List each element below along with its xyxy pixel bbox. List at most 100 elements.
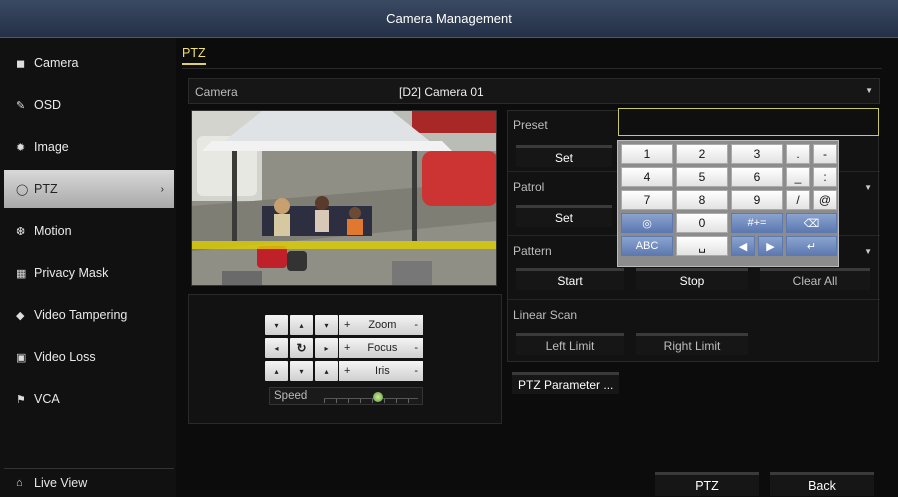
camera-select[interactable]: Camera [D2] Camera 01 ▼ <box>188 78 880 104</box>
key-underscore[interactable]: _ <box>786 167 810 187</box>
key-7[interactable]: 7 <box>621 190 673 210</box>
left-limit-button[interactable]: Left Limit <box>516 333 624 355</box>
focus-label: Focus <box>367 342 398 354</box>
privacy-mask-icon: ▦ <box>16 267 27 280</box>
chevron-right-icon: › <box>160 183 164 195</box>
ptz-parameter-label: PTZ Parameter ... <box>518 377 614 392</box>
ptz-button-label: PTZ <box>695 478 719 493</box>
cursor-left-icon[interactable]: ◀ <box>731 236 755 256</box>
pan-down-left-button[interactable]: ▴ <box>265 361 288 381</box>
pan-right-button[interactable]: ▸ <box>315 338 338 358</box>
sidebar-item-video-loss[interactable]: ▣ Video Loss <box>4 338 174 376</box>
pan-left-button[interactable]: ◂ <box>265 338 288 358</box>
home-icon: ⌂ <box>16 477 23 489</box>
sidebar-item-label: PTZ <box>34 182 58 196</box>
sidebar-item-video-tampering[interactable]: ◆ Video Tampering <box>4 296 174 334</box>
key-slash[interactable]: / <box>786 190 810 210</box>
window-title: Camera Management <box>386 11 512 26</box>
iris-control: + Iris - <box>339 361 423 381</box>
preset-input[interactable] <box>618 108 879 136</box>
back-button-label: Back <box>808 478 836 493</box>
tilt-up-button[interactable]: ▴ <box>290 315 313 335</box>
key-6[interactable]: 6 <box>731 167 783 187</box>
sidebar-item-label: Image <box>34 140 69 154</box>
sidebar-item-ptz[interactable]: ◯ PTZ › <box>4 170 174 208</box>
enter-icon[interactable]: ↵ <box>786 236 837 256</box>
tab-ptz[interactable]: PTZ <box>182 46 206 65</box>
space-key-icon[interactable]: ␣ <box>676 236 728 256</box>
speed-slider-handle[interactable] <box>372 392 383 402</box>
ptz-button[interactable]: PTZ <box>655 472 759 496</box>
key-5[interactable]: 5 <box>676 167 728 187</box>
right-limit-button[interactable]: Right Limit <box>636 333 748 355</box>
pattern-label: Pattern <box>513 244 552 258</box>
cursor-right-icon[interactable]: ▶ <box>758 236 783 256</box>
focus-control: + Focus - <box>339 338 423 358</box>
sidebar-item-motion[interactable]: ❆ Motion <box>4 212 174 250</box>
patrol-dropdown-icon[interactable]: ▼ <box>864 183 872 192</box>
back-button[interactable]: Back <box>770 472 874 496</box>
camera-label: Camera <box>195 85 238 99</box>
pattern-clear-all-button[interactable]: Clear All <box>760 268 870 290</box>
key-9[interactable]: 9 <box>731 190 783 210</box>
live-view-button[interactable]: ⌂ Live View <box>4 468 174 497</box>
pattern-start-label: Start <box>557 273 583 288</box>
zoom-out-button[interactable]: - <box>414 319 418 331</box>
sidebar-item-label: Video Loss <box>34 350 96 364</box>
pattern-dropdown-icon[interactable]: ▼ <box>864 247 872 256</box>
pan-up-left-button[interactable]: ▾ <box>265 315 288 335</box>
key-at[interactable]: @ <box>813 190 837 210</box>
tab-divider <box>182 68 882 69</box>
sidebar-item-privacy-mask[interactable]: ▦ Privacy Mask <box>4 254 174 292</box>
speed-control: Speed <box>269 387 423 405</box>
preset-set-button[interactable]: Set <box>516 145 612 167</box>
left-limit-label: Left Limit <box>545 338 595 353</box>
image-icon: ✹ <box>16 141 26 154</box>
speed-label: Speed <box>274 390 308 402</box>
sidebar-item-image[interactable]: ✹ Image <box>4 128 174 166</box>
key-0[interactable]: 0 <box>676 213 728 233</box>
key-hyphen[interactable]: - <box>813 144 837 164</box>
onscreen-keyboard: 1 2 3 . - 4 5 6 _ : 7 8 9 / @ ◎ 0 #+= ⌫ … <box>617 140 839 267</box>
auto-rotate-icon[interactable]: ↻ <box>290 338 313 358</box>
sidebar-item-camera[interactable]: ◼ Camera <box>4 44 174 82</box>
iris-close-button[interactable]: - <box>414 365 418 377</box>
key-period[interactable]: . <box>786 144 810 164</box>
video-loss-icon: ▣ <box>16 351 27 364</box>
pan-up-right-button[interactable]: ▾ <box>315 315 338 335</box>
pattern-stop-button[interactable]: Stop <box>636 268 748 290</box>
sidebar: ◼ Camera ✎ OSD ✹ Image ◯ PTZ › ❆ Motion … <box>0 38 176 497</box>
camera-preview <box>191 110 497 286</box>
ptz-control-panel: ▾ ▴ ▾ ◂ ↻ ▸ ▴ ▾ ▴ + Zoom - + Focus - + I… <box>188 294 502 424</box>
focus-far-button[interactable]: - <box>414 342 418 354</box>
video-tampering-icon: ◆ <box>16 309 25 322</box>
camera-icon: ◼ <box>16 57 26 70</box>
key-4[interactable]: 4 <box>621 167 673 187</box>
focus-near-button[interactable]: + <box>344 342 350 354</box>
pan-down-right-button[interactable]: ▴ <box>315 361 338 381</box>
key-3[interactable]: 3 <box>731 144 783 164</box>
live-view-label: Live View <box>34 476 88 490</box>
preset-label: Preset <box>513 118 548 132</box>
zoom-in-button[interactable]: + <box>344 319 350 331</box>
key-2[interactable]: 2 <box>676 144 728 164</box>
sidebar-item-label: Motion <box>34 224 72 238</box>
patrol-label: Patrol <box>513 180 545 194</box>
key-1[interactable]: 1 <box>621 144 673 164</box>
ptz-parameter-button[interactable]: PTZ Parameter ... <box>512 372 620 394</box>
iris-open-button[interactable]: + <box>344 365 350 377</box>
key-symbols[interactable]: #+= <box>731 213 783 233</box>
key-8[interactable]: 8 <box>676 190 728 210</box>
vca-icon: ⚑ <box>16 393 26 406</box>
patrol-set-button[interactable]: Set <box>516 205 612 227</box>
sidebar-item-label: Privacy Mask <box>34 266 109 280</box>
sidebar-item-vca[interactable]: ⚑ VCA <box>4 380 174 418</box>
pattern-start-button[interactable]: Start <box>516 268 624 290</box>
key-abc[interactable]: ABC <box>621 236 673 256</box>
backspace-icon[interactable]: ⌫ <box>786 213 837 233</box>
tilt-down-button[interactable]: ▾ <box>290 361 313 381</box>
pattern-stop-label: Stop <box>679 273 705 288</box>
key-colon[interactable]: : <box>813 167 837 187</box>
globe-icon[interactable]: ◎ <box>621 213 673 233</box>
sidebar-item-osd[interactable]: ✎ OSD <box>4 86 174 124</box>
